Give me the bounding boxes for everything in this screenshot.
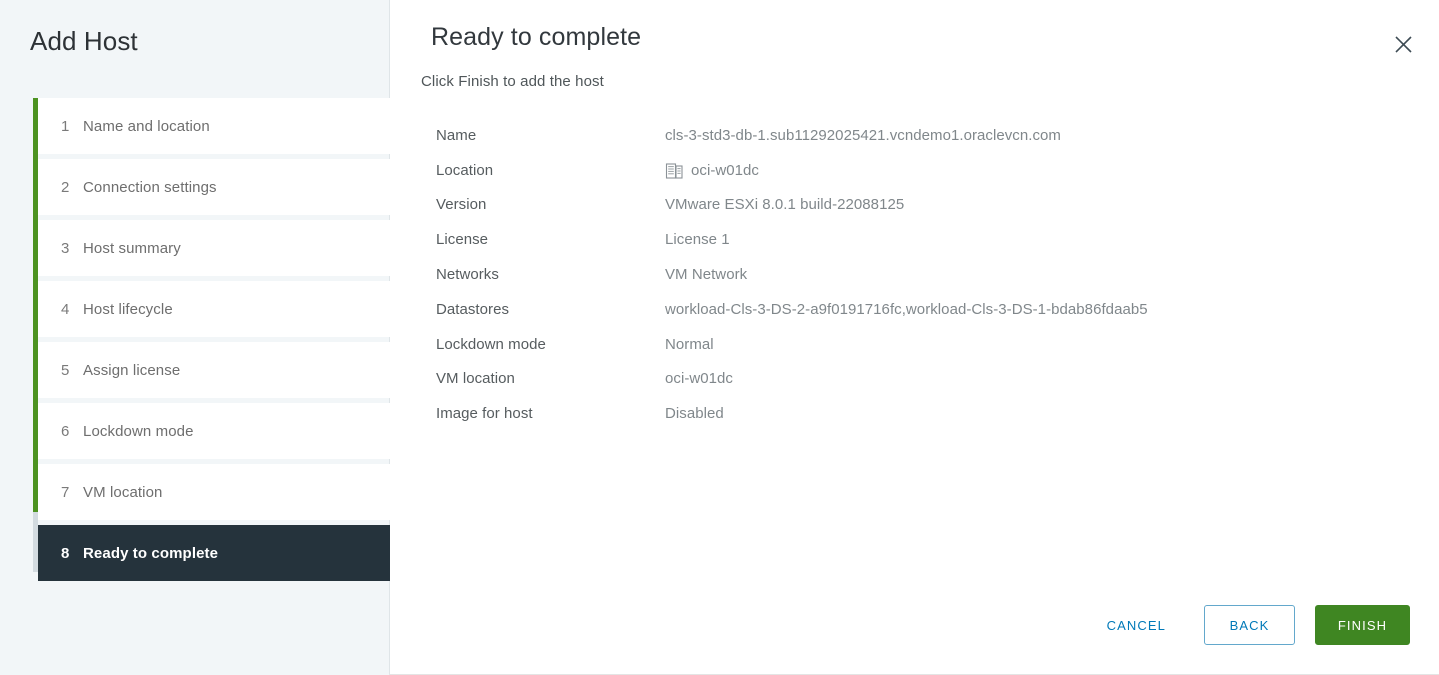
wizard-step-label: Assign license <box>83 361 181 379</box>
wizard-step-2[interactable]: 2 Connection settings <box>38 159 390 215</box>
summary-label: Version <box>436 196 487 214</box>
cancel-button[interactable]: CANCEL <box>1085 605 1188 645</box>
summary-label: VM location <box>436 370 515 388</box>
wizard-step-number: 6 <box>61 422 70 440</box>
summary-label: Name <box>436 126 477 144</box>
wizard-step-number: 1 <box>61 117 70 135</box>
summary-label: Networks <box>436 266 499 284</box>
wizard-step-number: 7 <box>61 483 70 501</box>
summary-value-cell: VM Network <box>665 266 747 283</box>
wizard-step-label: Host lifecycle <box>83 300 173 318</box>
add-host-wizard-dialog: Add Host 1 Name and location 2 Connection s… <box>0 0 1439 675</box>
wizard-step-label: Connection settings <box>83 178 217 196</box>
wizard-step-3[interactable]: 3 Host summary <box>38 220 390 276</box>
host-summary-list: Name cls-3-std3-db-1.sub11292025421.vcnde… <box>436 118 1419 431</box>
summary-row: VM location oci-w01dc <box>436 362 1419 397</box>
wizard-title: Add Host <box>30 26 138 56</box>
summary-row: Image for host Disabled <box>436 396 1419 431</box>
summary-row: Version VMware ESXi 8.0.1 build-22088125 <box>436 188 1419 223</box>
summary-value: Disabled <box>665 405 724 423</box>
wizard-step-number: 4 <box>61 300 70 318</box>
wizard-step-7[interactable]: 7 VM location <box>38 464 390 520</box>
summary-value: VMware ESXi 8.0.1 build-22088125 <box>665 196 905 214</box>
summary-label: Image for host <box>436 405 533 423</box>
summary-row: Datastores workload-Cls-3-DS-2-a9f0191716… <box>436 292 1419 327</box>
summary-row: Name cls-3-std3-db-1.sub11292025421.vcnde… <box>436 118 1419 153</box>
wizard-step-4[interactable]: 4 Host lifecycle <box>38 281 390 337</box>
summary-value-cell: oci-w01dc <box>665 370 733 387</box>
summary-label: Datastores <box>436 300 510 318</box>
wizard-step-5[interactable]: 5 Assign license <box>38 342 390 398</box>
summary-value-cell: VMware ESXi 8.0.1 build-22088125 <box>665 196 904 213</box>
summary-value-cell: License 1 <box>665 231 730 248</box>
summary-label: License <box>436 231 489 249</box>
wizard-step-label: VM location <box>83 483 163 501</box>
wizard-step-number: 2 <box>61 178 70 196</box>
summary-value: oci-w01dc <box>691 161 759 179</box>
back-button[interactable]: BACK <box>1204 605 1295 645</box>
wizard-step-number: 8 <box>61 544 70 562</box>
wizard-sidebar: Add Host 1 Name and location 2 Connection s… <box>0 0 390 675</box>
wizard-step-label: Ready to complete <box>83 544 219 562</box>
wizard-step-label: Name and location <box>83 117 210 135</box>
summary-row: Location oci-w01dc <box>436 153 1419 188</box>
summary-value: Normal <box>665 335 714 353</box>
wizard-step-label: Host summary <box>83 239 181 257</box>
close-icon[interactable] <box>1385 26 1421 62</box>
wizard-step-label: Lockdown mode <box>83 422 194 440</box>
wizard-step-list: 1 Name and location 2 Connection settings 3 H… <box>38 98 390 586</box>
summary-value-cell: workload-Cls-3-DS-2-a9f0191716fc,workloa… <box>665 301 1148 318</box>
wizard-step-number: 5 <box>61 361 70 379</box>
summary-value: cls-3-std3-db-1.sub11292025421.vcndemo1.… <box>665 126 1061 144</box>
summary-value: License 1 <box>665 231 730 249</box>
summary-value: VM Network <box>665 266 748 284</box>
summary-value-cell: oci-w01dc <box>665 161 759 180</box>
wizard-step-6[interactable]: 6 Lockdown mode <box>38 403 390 459</box>
summary-row: License License 1 <box>436 222 1419 257</box>
summary-label: Location <box>436 161 494 179</box>
summary-value-cell: Disabled <box>665 405 724 422</box>
page-subtitle: Click Finish to add the host <box>421 73 604 90</box>
wizard-step-8[interactable]: 8 Ready to complete <box>38 525 390 581</box>
summary-row: Lockdown mode Normal <box>436 327 1419 362</box>
wizard-step-1[interactable]: 1 Name and location <box>38 98 390 154</box>
finish-button[interactable]: FINISH <box>1315 605 1410 645</box>
wizard-footer: CANCEL BACK FINISH <box>1085 605 1410 645</box>
summary-value: workload-Cls-3-DS-2-a9f0191716fc,workloa… <box>665 300 1148 318</box>
page-title: Ready to complete <box>431 23 642 51</box>
summary-value-cell: Normal <box>665 336 714 353</box>
summary-label: Lockdown mode <box>436 335 546 353</box>
datacenter-icon <box>665 161 684 180</box>
summary-value-cell: cls-3-std3-db-1.sub11292025421.vcndemo1.… <box>665 127 1061 144</box>
wizard-main-panel: Ready to complete Click Finish to add th… <box>390 0 1439 675</box>
summary-value: oci-w01dc <box>665 370 733 388</box>
wizard-step-number: 3 <box>61 239 70 257</box>
summary-row: Networks VM Network <box>436 257 1419 292</box>
